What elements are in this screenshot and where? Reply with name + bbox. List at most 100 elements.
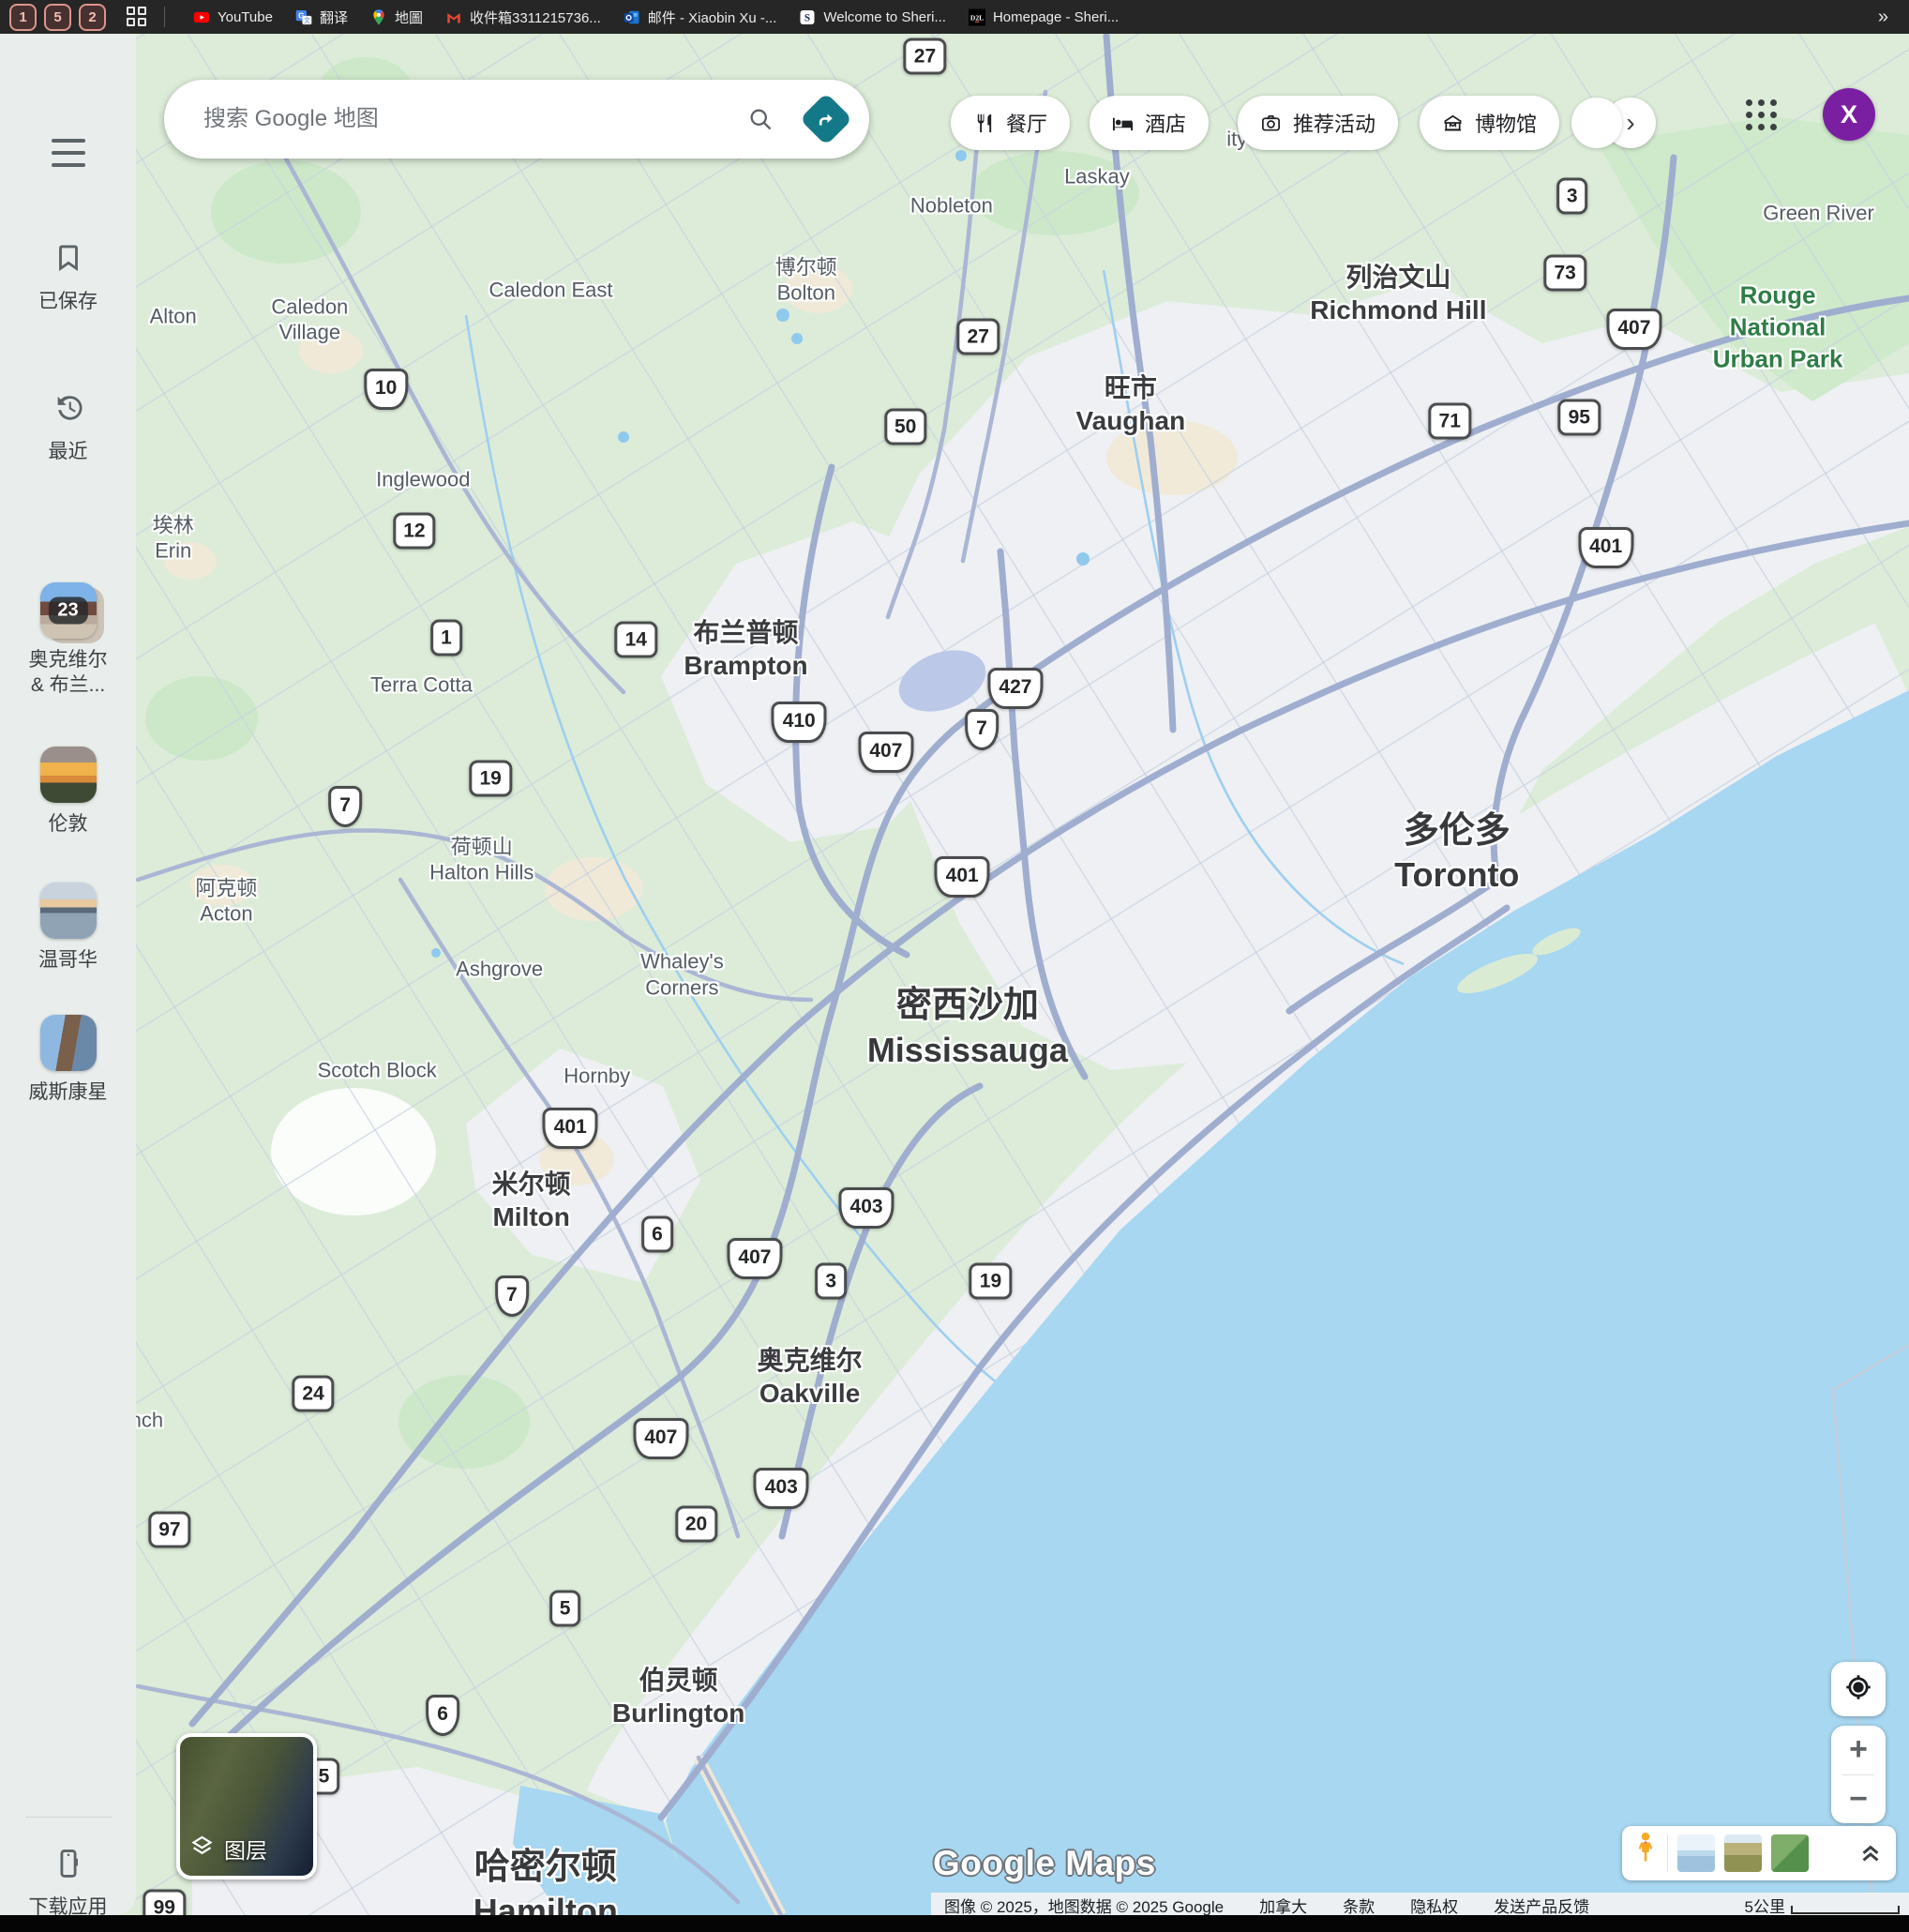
imagery-thumbnail[interactable]: [1771, 1834, 1809, 1872]
attribution-bar: 图像 © 2025，地图数据 © 2025 Google 加拿大条款隐私权发送产…: [931, 1893, 1909, 1917]
map-place-label: 密西沙加Mississauga: [867, 984, 1068, 1071]
road-shield-7: 7: [328, 786, 362, 827]
zoom-out-button[interactable]: −: [1831, 1775, 1886, 1824]
chips-scroll-right-button[interactable]: ›: [1605, 98, 1656, 148]
bookmark-label: 翻译: [320, 8, 348, 27]
road-shield-7: 7: [965, 709, 999, 750]
scale-label[interactable]: 5公里: [1745, 1894, 1785, 1917]
chip-2[interactable]: 推荐活动: [1238, 96, 1398, 150]
bookmark-item-1[interactable]: G文翻译: [284, 8, 359, 27]
translate-icon: G文: [295, 8, 312, 25]
maps-pin-icon: [370, 8, 387, 25]
road-shield-71: 71: [1429, 403, 1471, 440]
chip-label: 餐厅: [1006, 108, 1047, 138]
map-place-label: Whaley'sCorners: [640, 949, 724, 1001]
imagery-thumbnail[interactable]: [1724, 1834, 1762, 1872]
bookmark-label: 收件箱3311215736...: [470, 8, 601, 27]
chip-3[interactable]: 博物馆: [1420, 96, 1559, 150]
attribution-link-3[interactable]: 发送产品反馈: [1494, 1894, 1589, 1917]
map-place-label: 埃林Erin: [153, 512, 194, 564]
map-place-label: Ashgrove: [456, 956, 543, 982]
gmail-icon: [445, 8, 462, 25]
bookmark-item-2[interactable]: 地圖: [359, 8, 434, 27]
road-shield-99: 99: [143, 1889, 186, 1915]
sidebar-place-0[interactable]: 23奥克维尔& 布兰...: [0, 582, 136, 699]
place-thumbnail: [40, 1015, 97, 1071]
chip-label: 酒店: [1145, 108, 1186, 138]
road-shield-6: 6: [426, 1695, 459, 1736]
search-input[interactable]: [202, 105, 736, 133]
road-shield-12: 12: [393, 512, 435, 549]
road-shield-7: 7: [495, 1275, 529, 1317]
map-place-label: 奥克维尔Oakville: [758, 1344, 863, 1410]
sidebar-place-3[interactable]: 威斯康星: [0, 1015, 136, 1105]
attribution-link-2[interactable]: 隐私权: [1410, 1894, 1458, 1917]
tab-count-badge[interactable]: 1: [9, 4, 37, 31]
layers-icon: [189, 1834, 215, 1864]
imagery-panel: [1622, 1826, 1896, 1880]
layers-button[interactable]: 图层: [176, 1733, 317, 1879]
menu-icon[interactable]: [52, 139, 85, 167]
road-shield-10: 10: [364, 369, 408, 410]
map-place-label: Green River: [1763, 200, 1874, 226]
bookmark-item-6[interactable]: D2LHomepage - Sheri...: [957, 8, 1130, 25]
collapse-chevron-icon[interactable]: [1856, 1837, 1885, 1870]
tab-groups-icon[interactable]: [127, 7, 147, 27]
map-place-label: Caledon East: [489, 277, 612, 303]
directions-button[interactable]: [800, 93, 853, 146]
road-shield-14: 14: [615, 621, 657, 657]
sidebar-place-1[interactable]: 伦敦: [0, 747, 136, 837]
search-icon[interactable]: [736, 95, 785, 143]
bookmark-item-4[interactable]: 邮件 - Xiaobin Xu -...: [612, 8, 789, 27]
map-place-label: 列治文山Richmond Hill: [1310, 261, 1486, 326]
map-place-label: 旺市Vaughan: [1075, 371, 1185, 437]
attribution-link-0[interactable]: 加拿大: [1259, 1894, 1307, 1917]
bookmark-item-3[interactable]: 收件箱3311215736...: [434, 8, 612, 27]
map-place-label: 荷顿山Halton Hills: [429, 834, 534, 885]
bookmark-label: Welcome to Sheri...: [823, 9, 946, 25]
map-place-label: 米尔顿Milton: [492, 1168, 571, 1233]
museum-icon: [1442, 113, 1464, 134]
road-shield-1: 1: [430, 619, 462, 656]
outlook-icon: [624, 8, 640, 25]
map-place-label: CaledonVillage: [271, 294, 348, 345]
road-shield-19: 19: [470, 761, 512, 797]
sidebar: 已保存 最近 23奥克维尔& 布兰...伦敦温哥华威斯康星 下载应用: [0, 34, 136, 1915]
d2l-icon: D2L: [969, 8, 985, 25]
imagery-thumbnail[interactable]: [1677, 1834, 1715, 1872]
road-shield-401: 401: [935, 856, 990, 898]
sidebar-item-saved[interactable]: 已保存: [0, 242, 136, 314]
map-canvas[interactable]: LaskayNobleton博尔顿Bolton列治文山Richmond Hill…: [0, 34, 1909, 1915]
road-shield-5: 5: [549, 1591, 581, 1627]
tab-count-badge[interactable]: 2: [79, 4, 106, 31]
imagery-divider: [1667, 1834, 1668, 1872]
google-apps-grid-icon[interactable]: [1746, 99, 1780, 133]
road-shield-410: 410: [772, 702, 827, 743]
road-shield-19: 19: [970, 1262, 1012, 1299]
sidebar-item-download-app[interactable]: 下载应用: [0, 1848, 136, 1920]
chip-0[interactable]: 餐厅: [951, 96, 1070, 150]
sidebar-divider: [25, 1817, 112, 1818]
bottom-black-strip: [0, 1915, 1909, 1932]
sidebar-item-recent[interactable]: 最近: [0, 392, 136, 464]
attribution-link-1[interactable]: 条款: [1343, 1894, 1375, 1917]
pegman-icon[interactable]: [1633, 1832, 1658, 1876]
my-location-button[interactable]: [1831, 1662, 1886, 1716]
account-avatar[interactable]: X: [1823, 88, 1875, 141]
tab-count-badge[interactable]: 5: [44, 4, 71, 31]
place-thumbnail: [40, 747, 97, 803]
map-place-label: Scotch Block: [318, 1058, 437, 1084]
map-viewport[interactable]: LaskayNobleton博尔顿Bolton列治文山Richmond Hill…: [136, 34, 1909, 1915]
bookmarks-separator: [164, 7, 165, 27]
road-shield-403: 403: [839, 1187, 894, 1229]
sidebar-place-2[interactable]: 温哥华: [0, 883, 136, 973]
chip-1[interactable]: 酒店: [1090, 96, 1209, 150]
bookmarks-overflow-chevron[interactable]: »: [1878, 7, 1900, 28]
map-place-label: 阿克顿Acton: [195, 875, 257, 927]
chip-label: 推荐活动: [1293, 108, 1375, 138]
road-shield-6: 6: [641, 1215, 673, 1252]
map-place-label: Terra Cotta: [370, 672, 473, 698]
bookmark-item-5[interactable]: SWelcome to Sheri...: [788, 8, 957, 25]
zoom-in-button[interactable]: +: [1831, 1726, 1886, 1774]
bookmark-item-0[interactable]: YouTube: [182, 8, 284, 25]
